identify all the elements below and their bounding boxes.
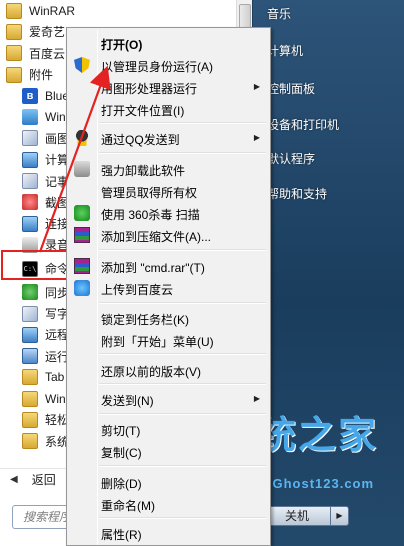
remote-icon (22, 215, 38, 232)
folder-icon (6, 2, 22, 19)
menu-separator (99, 302, 266, 304)
menu-item-open[interactable]: 打开(O) (69, 32, 268, 54)
menu-item-pin-start[interactable]: 附到「开始」菜单(U) (69, 329, 268, 351)
menu-item-upload-baidu[interactable]: 上传到百度云 (69, 277, 268, 299)
menu-item-label: 打开(O) (101, 38, 143, 52)
submenu-arrow-icon: ▶ (253, 394, 260, 403)
menu-item-360-scan[interactable]: 使用 360杀毒 扫描 (69, 202, 268, 224)
qq-icon (74, 130, 90, 146)
app-icon (22, 109, 38, 126)
menu-item-rename[interactable]: 重命名(M) (69, 493, 268, 515)
menu-separator (99, 383, 266, 385)
calculator-icon (22, 151, 38, 168)
list-item-label: 百度云 (29, 46, 66, 61)
bluetooth-icon: ʙ (22, 87, 38, 104)
menu-item-label: 属性(R) (101, 528, 142, 542)
menu-item-send-via-qq[interactable]: 通过QQ发送到 ▶ (69, 127, 268, 149)
menu-item-label: 复制(C) (101, 446, 142, 460)
menu-separator (99, 122, 266, 124)
menu-separator (99, 517, 266, 519)
back-label: 返回 (31, 473, 56, 487)
menu-item-take-ownership[interactable]: 管理员取得所有权 (69, 180, 268, 202)
list-item-label: Win (45, 110, 66, 125)
remote-desktop-icon (22, 326, 38, 343)
menu-item-cut[interactable]: 剪切(T) (69, 418, 268, 440)
menu-item-label: 还原以前的版本(V) (101, 365, 201, 379)
wordpad-icon (22, 305, 38, 322)
menu-separator (99, 413, 266, 415)
uac-shield-icon (74, 57, 90, 73)
link-help-support[interactable]: 帮助和支持 (267, 185, 327, 202)
link-computer[interactable]: 计算机 (267, 42, 303, 59)
menu-item-force-uninstall[interactable]: 强力卸载此软件 (69, 158, 268, 180)
notepad-icon (22, 173, 38, 190)
menu-item-send-to[interactable]: 发送到(N) ▶ (69, 388, 268, 410)
back-arrow-icon: ◀ (10, 474, 18, 485)
menu-item-pin-taskbar[interactable]: 锁定到任务栏(K) (69, 307, 268, 329)
list-item-label: 爱奇艺 (29, 25, 66, 40)
menu-separator (99, 465, 266, 467)
menu-item-label: 附到「开始」菜单(U) (101, 335, 214, 349)
link-music[interactable]: 音乐 (267, 5, 291, 22)
menu-item-properties[interactable]: 属性(R) (69, 522, 268, 544)
submenu-arrow-icon: ▶ (253, 133, 260, 142)
menu-separator (99, 353, 266, 355)
list-item-label: 附件 (29, 68, 54, 83)
folder-icon (6, 23, 22, 40)
sync-icon (22, 284, 38, 301)
folder-icon (22, 390, 38, 407)
menu-item-label: 以管理员身份运行(A) (101, 60, 213, 74)
folder-icon (6, 45, 22, 62)
run-icon (22, 348, 38, 365)
winrar-icon (74, 227, 90, 243)
menu-item-label: 上传到百度云 (101, 283, 174, 297)
folder-icon (22, 369, 38, 386)
link-devices-printers[interactable]: 设备和打印机 (267, 116, 339, 133)
menu-item-label: 打开文件位置(I) (101, 104, 185, 118)
winrar-icon (74, 258, 90, 274)
menu-item-add-to-archive[interactable]: 添加到压缩文件(A)... (69, 224, 268, 246)
snipping-icon (22, 194, 38, 211)
link-default-programs[interactable]: 默认程序 (267, 150, 315, 167)
chevron-right-icon: ▶ (336, 511, 343, 520)
menu-item-open-file-location[interactable]: 打开文件位置(I) (69, 98, 268, 120)
menu-item-run-with-gpu[interactable]: 用图形处理器运行 ▶ (69, 76, 268, 98)
cmd-highlight-box (1, 250, 75, 280)
baidu-cloud-icon (74, 280, 90, 296)
paint-icon (22, 130, 38, 147)
menu-item-label: 锁定到任务栏(K) (101, 313, 189, 327)
menu-item-run-as-admin[interactable]: 以管理员身份运行(A) (69, 54, 268, 76)
submenu-arrow-icon: ▶ (253, 82, 260, 91)
list-item[interactable]: WinRAR (0, 0, 236, 21)
menu-item-copy[interactable]: 复制(C) (69, 440, 268, 462)
menu-item-add-to-cmd-rar[interactable]: 添加到 "cmd.rar"(T) (69, 255, 268, 277)
trash-icon (74, 161, 90, 177)
menu-item-delete[interactable]: 删除(D) (69, 471, 268, 493)
folder-icon (22, 411, 38, 428)
menu-separator (99, 152, 266, 154)
menu-item-restore-versions[interactable]: 还原以前的版本(V) (69, 359, 268, 381)
link-control-panel[interactable]: 控制面板 (267, 80, 315, 97)
start-menu-screenshot: WinRAR 爱奇艺 百度云 附件 ʙ Blue Win 画图 计算 记事 截图 … (0, 0, 404, 546)
menu-item-label: 通过QQ发送到 (101, 133, 180, 147)
menu-item-label: 添加到 "cmd.rar"(T) (101, 261, 205, 275)
menu-item-label: 管理员取得所有权 (101, 186, 198, 200)
list-item-label: WinRAR (29, 3, 76, 18)
menu-item-label: 用图形处理器运行 (101, 82, 198, 96)
list-item-label: Win (45, 391, 66, 406)
menu-item-label: 剪切(T) (101, 424, 141, 438)
menu-item-label: 重命名(M) (101, 499, 155, 513)
menu-item-label: 使用 360杀毒 扫描 (101, 208, 200, 222)
menu-item-label: 添加到压缩文件(A)... (101, 230, 211, 244)
menu-item-label: 发送到(N) (101, 394, 154, 408)
list-item-label: Tab (45, 370, 65, 385)
menu-item-label: 强力卸载此软件 (101, 164, 186, 178)
folder-icon (6, 66, 22, 83)
menu-item-label: 删除(D) (101, 477, 142, 491)
360-shield-icon (74, 205, 90, 221)
folder-icon (22, 433, 38, 450)
context-menu: 打开(O) 以管理员身份运行(A) 用图形处理器运行 ▶ 打开文件位置(I) 通过… (66, 27, 271, 546)
menu-separator (99, 249, 266, 251)
